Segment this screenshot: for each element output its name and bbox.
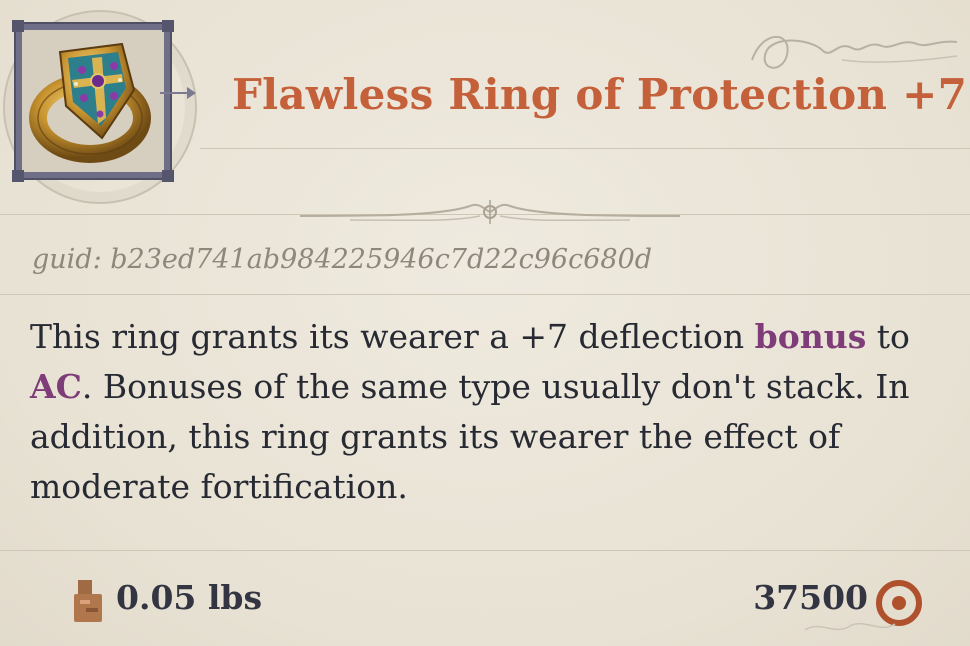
weight-icon — [74, 580, 102, 622]
divider-line — [0, 294, 970, 295]
ornament-divider — [299, 200, 681, 224]
divider-line — [0, 550, 970, 551]
item-description: This ring grants its wearer a +7 deflect… — [30, 312, 945, 512]
description-text: . Bonuses of the same type usually don't… — [30, 367, 910, 506]
item-portrait-frame[interactable] — [12, 20, 174, 182]
stamp-decoration — [804, 622, 896, 631]
frame-corner — [162, 170, 174, 182]
item-tooltip-card: Flawless Ring of Protection +7 guid: b23… — [0, 0, 970, 646]
portrait-arrow-decoration — [160, 87, 196, 99]
divider-line — [200, 148, 970, 149]
ring-icon — [29, 42, 151, 163]
frame-corner — [12, 170, 24, 182]
description-text: This ring grants its wearer a +7 deflect… — [30, 317, 755, 356]
frame-corner — [162, 20, 174, 32]
description-text: to — [866, 317, 910, 356]
item-weight: 0.05 lbs — [116, 578, 263, 617]
keyword-link-ac[interactable]: AC — [30, 367, 82, 406]
keyword-link-bonus[interactable]: bonus — [755, 317, 867, 356]
item-portrait-area — [0, 0, 205, 205]
item-title: Flawless Ring of Protection +7 — [232, 70, 968, 119]
frame-corner — [12, 20, 24, 32]
item-guid: guid: b23ed741ab984225946c7d22c96c680d — [32, 244, 653, 275]
